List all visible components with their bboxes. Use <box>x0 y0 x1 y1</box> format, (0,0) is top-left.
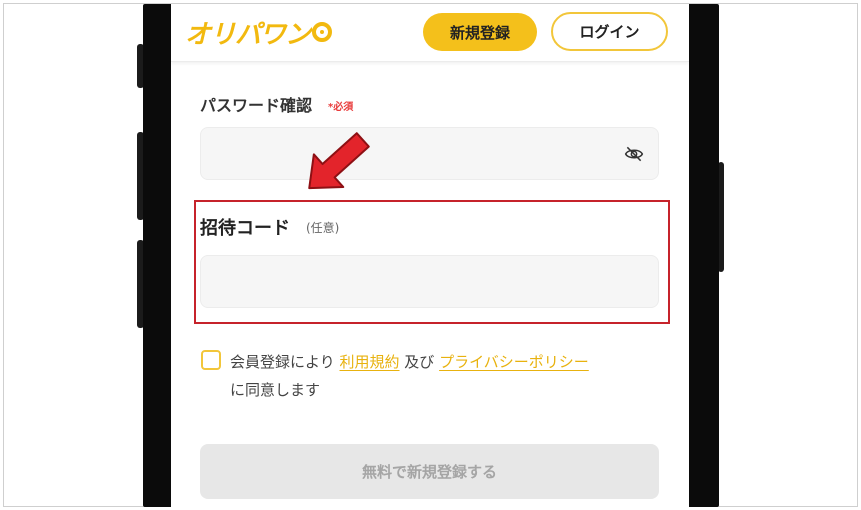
agreement-suffix: に同意します <box>230 381 321 399</box>
site-header: オリパワン 新規登録 ログイン <box>171 4 689 62</box>
agreement-text: 会員登録により 利用規約 及び プライバシーポリシー <box>230 351 589 372</box>
red-arrow-icon <box>308 132 370 190</box>
password-confirm-label: パスワード確認 <box>200 96 313 115</box>
eye-off-icon[interactable] <box>623 144 645 164</box>
phone-screen: オリパワン 新規登録 ログイン パスワード確認 *必須 招待コード (任意) 会… <box>171 4 689 507</box>
agreement-prefix: 会員登録により <box>230 353 335 371</box>
annotation-highlight-box <box>194 200 670 324</box>
required-badge: *必須 <box>328 102 354 113</box>
password-confirm-input[interactable] <box>200 127 659 180</box>
logo-mark-icon <box>312 22 333 42</box>
agreement-checkbox[interactable] <box>201 350 221 370</box>
site-logo[interactable]: オリパワン <box>185 17 333 50</box>
agreement-conjunction: 及び <box>404 353 435 371</box>
logo-text: オリパワン <box>185 19 311 50</box>
submit-register-button[interactable]: 無料で新規登録する <box>200 444 659 499</box>
register-button[interactable]: 新規登録 <box>423 13 537 51</box>
login-button[interactable]: ログイン <box>551 12 668 51</box>
privacy-policy-link[interactable]: プライバシーポリシー <box>439 353 589 371</box>
terms-link[interactable]: 利用規約 <box>339 353 399 371</box>
